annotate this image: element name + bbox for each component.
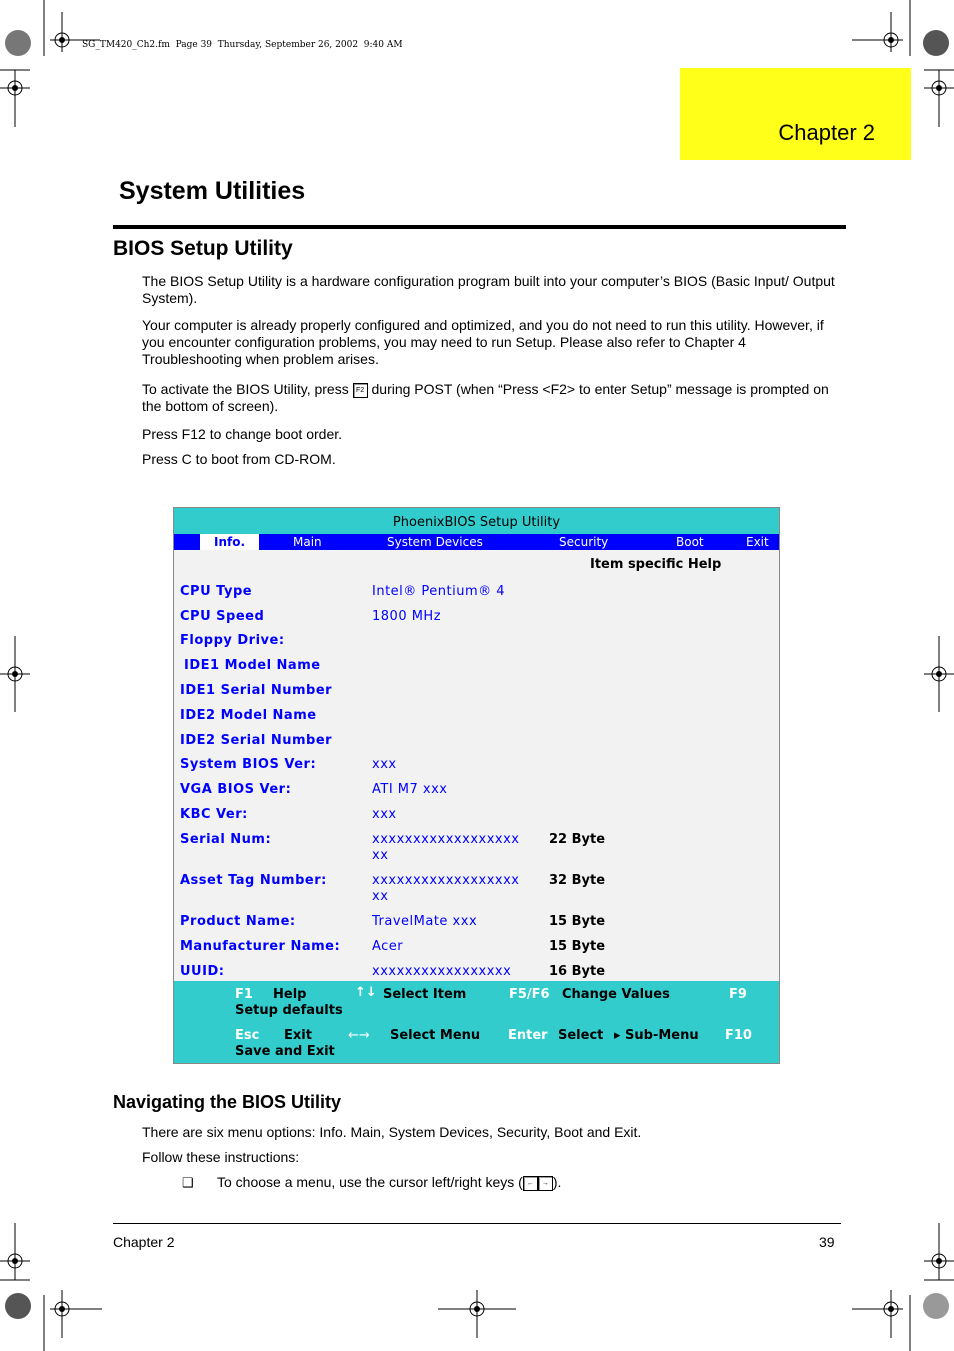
paragraph: The BIOS Setup Utility is a hardware con… <box>142 273 835 306</box>
print-header: SG_TM420_Ch2.fm Page 39 Thursday, Septem… <box>82 40 403 50</box>
bios-row-value: xxx <box>372 807 397 822</box>
key-submenu-label: ▸ Sub-Menu <box>614 1028 699 1043</box>
key-f5f6-label: Change Values <box>562 987 670 1002</box>
chapter-tab-label: Chapter 2 <box>778 120 875 145</box>
key-updown-label: Select Item <box>383 987 467 1002</box>
paragraph: To activate the BIOS Utility, press F2 d… <box>142 381 842 415</box>
key-leftright-label: Select Menu <box>390 1028 481 1043</box>
bios-row-label: CPU Type <box>180 584 253 599</box>
list-item: To choose a menu, use the cursor left/ri… <box>217 1174 917 1191</box>
bios-row-label: IDE1 Serial Number <box>180 683 333 698</box>
title-rule <box>113 225 846 229</box>
bios-row-value: xxxxxxxxxxxxxxxxx <box>372 964 512 979</box>
bios-screenshot: PhoenixBIOS Setup Utility Info. Main Sys… <box>173 507 780 1064</box>
bios-row-value: Acer <box>372 939 404 954</box>
bios-row-label: UUID: <box>180 964 225 979</box>
bios-key-legend: F1 Help ↑↓ Select Item F5/F6 Change Valu… <box>174 981 779 1063</box>
text: To activate the BIOS Utility, press <box>142 381 349 397</box>
bios-row-size: 15 Byte <box>549 939 606 954</box>
bios-row-value: 1800 MHz <box>372 609 442 624</box>
bios-row-size: 15 Byte <box>549 914 606 929</box>
key-f1-label: Help <box>273 987 307 1002</box>
paragraph: Press C to boot from CD-ROM. <box>142 451 336 467</box>
key-esc-label: Exit <box>284 1028 312 1043</box>
text: ). <box>552 1174 562 1190</box>
key-f5f6: F5/F6 <box>509 987 550 1002</box>
bios-row-label: KBC Ver: <box>180 807 248 822</box>
bios-menu-info: Info. <box>200 534 260 550</box>
bios-row-label: System BIOS Ver: <box>180 757 317 772</box>
nav-heading: Navigating the BIOS Utility <box>113 1092 342 1112</box>
bios-row-value: xxx <box>372 757 397 772</box>
bios-row-value-cont: xx <box>372 889 389 904</box>
paragraph: Follow these instructions: <box>142 1149 300 1165</box>
bios-row-label: CPU Speed <box>180 609 265 624</box>
bios-row-value-cont: xx <box>372 848 389 863</box>
key-enter-label: Select <box>558 1028 604 1043</box>
bios-row-label: Asset Tag Number: <box>180 873 327 888</box>
bios-menu-security: Security <box>559 535 609 549</box>
page-number: 39 <box>819 1234 835 1250</box>
key-f9: F9 <box>729 987 747 1002</box>
bios-row-label: IDE2 Model Name <box>180 708 317 723</box>
document-page: SG_TM420_Ch2.fm Page 39 Thursday, Septem… <box>0 0 954 1351</box>
bios-title: PhoenixBIOS Setup Utility <box>174 508 779 534</box>
bios-row-label: Floppy Drive: <box>180 633 285 648</box>
bios-row-label: Product Name: <box>180 914 296 929</box>
leftright-arrows-icon: ←→ <box>348 1028 370 1043</box>
footer-chapter: Chapter 2 <box>113 1234 175 1250</box>
text: To choose a menu, use the cursor left/ri… <box>217 1174 523 1190</box>
bios-row-size: 16 Byte <box>549 964 606 979</box>
key-f9-label: Setup defaults <box>235 1003 343 1018</box>
bios-row-label: VGA BIOS Ver: <box>180 782 292 797</box>
key-enter: Enter <box>508 1028 548 1043</box>
paragraph: There are six menu options: Info. Main, … <box>142 1124 642 1140</box>
f2-key-icon: F2 <box>352 382 368 398</box>
bios-menu-exit: Exit <box>746 535 769 549</box>
bios-row-size: 22 Byte <box>549 832 606 847</box>
section-heading: BIOS Setup Utility <box>113 237 293 260</box>
bios-row-label: IDE2 Serial Number <box>180 733 333 748</box>
footer-rule <box>113 1223 841 1224</box>
bios-row-label: IDE1 Model Name <box>184 658 321 673</box>
bios-row-value: xxxxxxxxxxxxxxxxxx <box>372 832 520 847</box>
bios-menu-system-devices: System Devices <box>387 535 483 549</box>
paragraph: Your computer is already properly config… <box>142 317 824 367</box>
bios-row-value: ATI M7 xxx <box>372 782 448 797</box>
bios-menu-boot: Boot <box>676 535 704 549</box>
paragraph: Press F12 to change boot order. <box>142 426 343 442</box>
bios-row-label: Manufacturer Name: <box>180 939 341 954</box>
bios-menu-main: Main <box>293 535 322 549</box>
chapter-tab: Chapter 2 <box>680 68 911 160</box>
updown-arrows-icon: ↑↓ <box>355 985 377 1000</box>
bullet-icon: ❑ <box>182 1175 194 1190</box>
bios-row-value: TravelMate xxx <box>372 914 478 929</box>
page-title: System Utilities <box>119 177 306 205</box>
key-f10-label: Save and Exit <box>235 1044 335 1059</box>
bios-help-header: Item specific Help <box>590 557 722 572</box>
key-f10: F10 <box>725 1028 752 1043</box>
bios-row-label: Serial Num: <box>180 832 272 847</box>
bios-menu-bar: Info. Main System Devices Security Boot … <box>174 534 779 550</box>
key-f1: F1 <box>235 987 253 1002</box>
right-arrow-key-icon: → <box>537 1175 553 1191</box>
bios-row-value: Intel® Pentium® 4 <box>372 584 506 599</box>
bios-row-size: 32 Byte <box>549 873 606 888</box>
left-arrow-key-icon: ← <box>522 1175 538 1191</box>
key-esc: Esc <box>235 1028 260 1043</box>
bios-row-value: xxxxxxxxxxxxxxxxxx <box>372 873 520 888</box>
